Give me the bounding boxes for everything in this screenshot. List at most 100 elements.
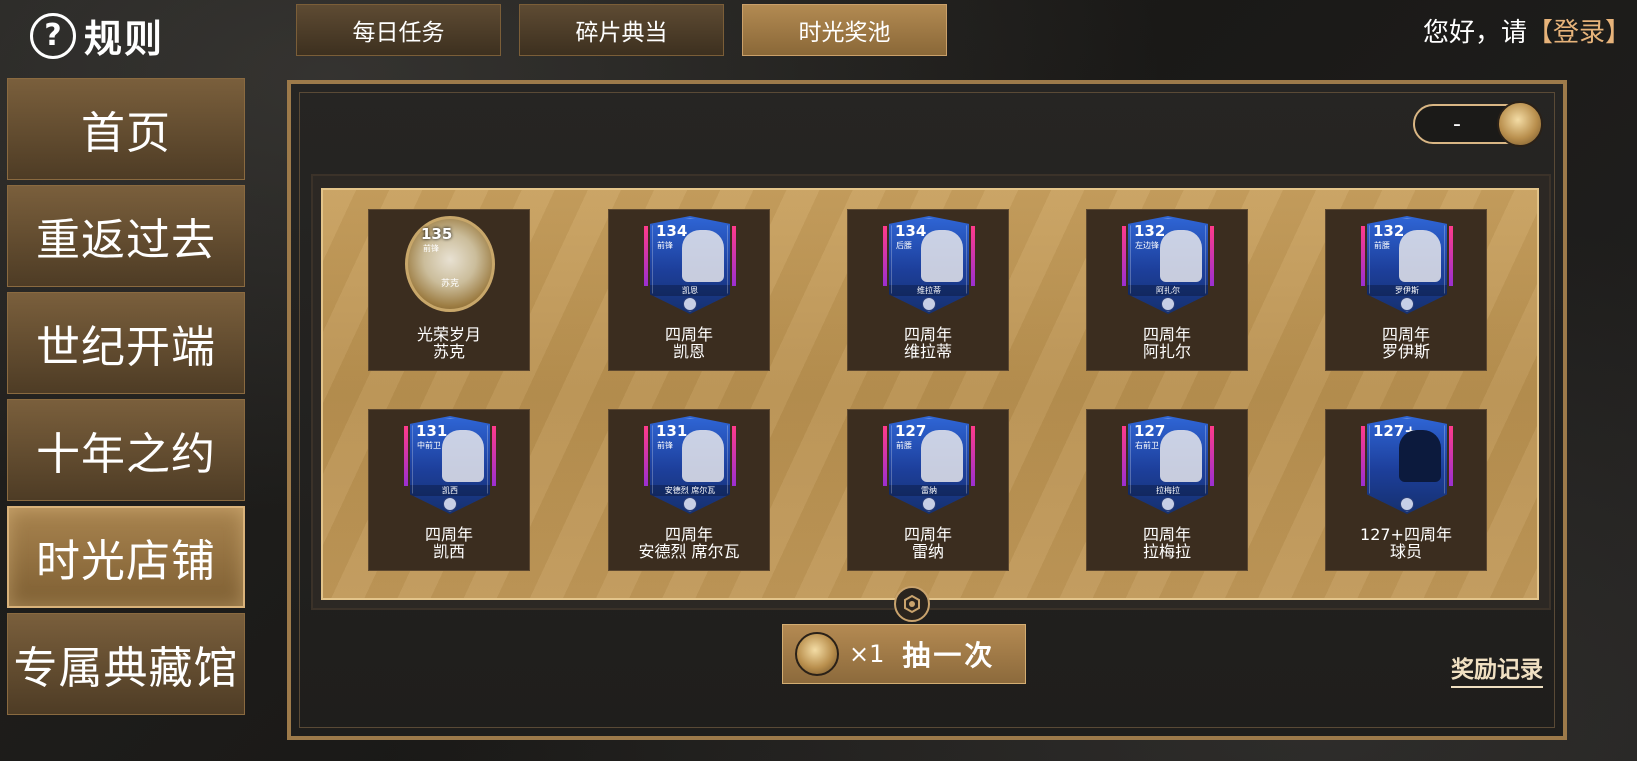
card-stripe xyxy=(1210,426,1214,486)
prize-series: 四周年 xyxy=(903,525,952,544)
prize-name: 四周年 安德烈 席尔瓦 xyxy=(609,526,769,560)
card-badge-icon xyxy=(922,297,936,311)
prize-name: 四周年 拉梅拉 xyxy=(1087,526,1247,560)
prize-player: 凯恩 xyxy=(672,342,705,361)
card-rating: 134 xyxy=(895,222,927,240)
card-player-name: 安德烈 席尔瓦 xyxy=(650,485,730,496)
player-portrait xyxy=(1399,230,1441,282)
card-position: 后腰 xyxy=(896,241,912,250)
prize-series: 四周年 xyxy=(664,525,713,544)
login-greeting: 您好，请【登录】 xyxy=(1423,12,1631,49)
player-portrait xyxy=(1160,430,1202,482)
player-portrait xyxy=(442,430,484,482)
sidebar-item-time-shop[interactable]: 时光店铺 xyxy=(7,506,245,608)
card-player-name: 雷纳 xyxy=(889,485,969,496)
card-badge-icon xyxy=(1400,497,1414,511)
card-stripe xyxy=(1449,426,1453,486)
prize-player: 凯西 xyxy=(432,542,465,561)
sidebar-item-home[interactable]: 首页 xyxy=(7,78,245,180)
card-badge-icon xyxy=(443,497,457,511)
card-rating: 131 xyxy=(656,422,688,440)
prize-slot[interactable]: 131 中前卫 凯西 四周年 凯西 xyxy=(368,409,530,571)
emblem-icon xyxy=(894,586,930,622)
prize-series: 四周年 xyxy=(1142,325,1191,344)
card-rating: 127 xyxy=(895,422,927,440)
card-stripe xyxy=(492,426,496,486)
card-rating: 134 xyxy=(656,222,688,240)
prize-series: 四周年 xyxy=(424,525,473,544)
prize-series: 四周年 xyxy=(903,325,952,344)
tab-fragment-pawn[interactable]: 碎片典当 xyxy=(519,4,724,56)
question-icon: ? xyxy=(30,12,76,59)
card-player-name: 苏克 xyxy=(440,279,459,289)
rules-button[interactable]: ? 规则 xyxy=(30,8,164,63)
card-player-name: 凯恩 xyxy=(650,285,730,296)
player-card: 131 前锋 安德烈 席尔瓦 xyxy=(650,416,730,514)
card-badge-icon xyxy=(1161,497,1175,511)
coin-balance-value: - xyxy=(1453,111,1461,137)
player-card: 132 前腰 罗伊斯 xyxy=(1367,216,1447,314)
card-stripe xyxy=(644,426,648,486)
card-stripe xyxy=(732,226,736,286)
coin-icon xyxy=(1497,101,1543,147)
sidebar-item-return-past[interactable]: 重返过去 xyxy=(7,185,245,287)
sidebar-item-century-beginning[interactable]: 世纪开端 xyxy=(7,292,245,394)
player-portrait xyxy=(682,230,724,282)
player-card: 134 后腰 维拉蒂 xyxy=(889,216,969,314)
tab-time-prize-pool[interactable]: 时光奖池 xyxy=(742,4,947,56)
prize-pool-panel: - 135 前锋 苏克 光荣岁月 苏克 134 前锋 凯恩 四周年 凯恩 134… xyxy=(287,80,1567,740)
prize-slot[interactable]: 134 后腰 维拉蒂 四周年 维拉蒂 xyxy=(847,209,1009,371)
player-silhouette xyxy=(1399,430,1441,482)
card-rating: 132 xyxy=(1373,222,1405,240)
card-rating: 127+ xyxy=(1373,422,1417,440)
prize-name: 127+四周年 球员 xyxy=(1326,526,1486,560)
player-portrait xyxy=(682,430,724,482)
draw-once-button[interactable]: ×1 抽一次 xyxy=(782,624,1026,684)
prize-slot[interactable]: 131 前锋 安德烈 席尔瓦 四周年 安德烈 席尔瓦 xyxy=(608,409,770,571)
greeting-text: 您好，请 xyxy=(1422,18,1527,48)
card-position: 左边锋 xyxy=(1135,241,1159,250)
prize-slot[interactable]: 127 前腰 雷纳 四周年 雷纳 xyxy=(847,409,1009,571)
prize-series: 127+四周年 xyxy=(1360,525,1452,544)
card-player-name: 阿扎尔 xyxy=(1128,285,1208,296)
reward-record-link[interactable]: 奖励记录 xyxy=(1451,650,1543,688)
card-player-name: 凯西 xyxy=(410,485,490,496)
prize-series: 光荣岁月 xyxy=(416,325,481,344)
player-card: 131 中前卫 凯西 xyxy=(410,416,490,514)
card-stripe xyxy=(1449,226,1453,286)
prize-slot[interactable]: 127+ 127+四周年 球员 xyxy=(1325,409,1487,571)
prize-slot[interactable]: 132 左边锋 阿扎尔 四周年 阿扎尔 xyxy=(1086,209,1248,371)
rules-label: 规则 xyxy=(84,17,165,61)
draw-cost: ×1 xyxy=(849,640,885,668)
card-position: 前锋 xyxy=(657,241,673,250)
prize-name: 四周年 凯恩 xyxy=(609,326,769,360)
card-badge-icon xyxy=(1400,297,1414,311)
player-card: 132 左边锋 阿扎尔 xyxy=(1128,216,1208,314)
prize-player: 罗伊斯 xyxy=(1381,342,1430,361)
card-stripe xyxy=(1361,226,1365,286)
prize-board: 135 前锋 苏克 光荣岁月 苏克 134 前锋 凯恩 四周年 凯恩 134 后… xyxy=(321,188,1539,600)
card-rating: 127 xyxy=(1134,422,1166,440)
card-stripe xyxy=(971,426,975,486)
card-position: 前锋 xyxy=(423,244,439,253)
card-position: 前腰 xyxy=(1374,241,1390,250)
prize-slot[interactable]: 127 右前卫 拉梅拉 四周年 拉梅拉 xyxy=(1086,409,1248,571)
prize-slot[interactable]: 132 前腰 罗伊斯 四周年 罗伊斯 xyxy=(1325,209,1487,371)
prize-name: 四周年 维拉蒂 xyxy=(848,326,1008,360)
sidebar-item-decade-promise[interactable]: 十年之约 xyxy=(7,399,245,501)
card-badge-icon xyxy=(922,497,936,511)
login-link[interactable]: 【登录】 xyxy=(1527,18,1631,48)
prize-name: 四周年 阿扎尔 xyxy=(1087,326,1247,360)
prize-slot[interactable]: 135 前锋 苏克 光荣岁月 苏克 xyxy=(368,209,530,371)
card-rating: 135 xyxy=(421,225,453,243)
prize-player: 苏克 xyxy=(432,342,465,361)
card-rating: 131 xyxy=(416,422,448,440)
prize-slot[interactable]: 134 前锋 凯恩 四周年 凯恩 xyxy=(608,209,770,371)
sidebar-item-exclusive-collection[interactable]: 专属典藏馆 xyxy=(7,613,245,715)
card-player-name: 维拉蒂 xyxy=(889,285,969,296)
prize-player: 球员 xyxy=(1389,542,1422,561)
card-stripe xyxy=(644,226,648,286)
prize-player: 雷纳 xyxy=(911,542,944,561)
card-stripe xyxy=(1122,226,1126,286)
tab-daily-tasks[interactable]: 每日任务 xyxy=(296,4,501,56)
